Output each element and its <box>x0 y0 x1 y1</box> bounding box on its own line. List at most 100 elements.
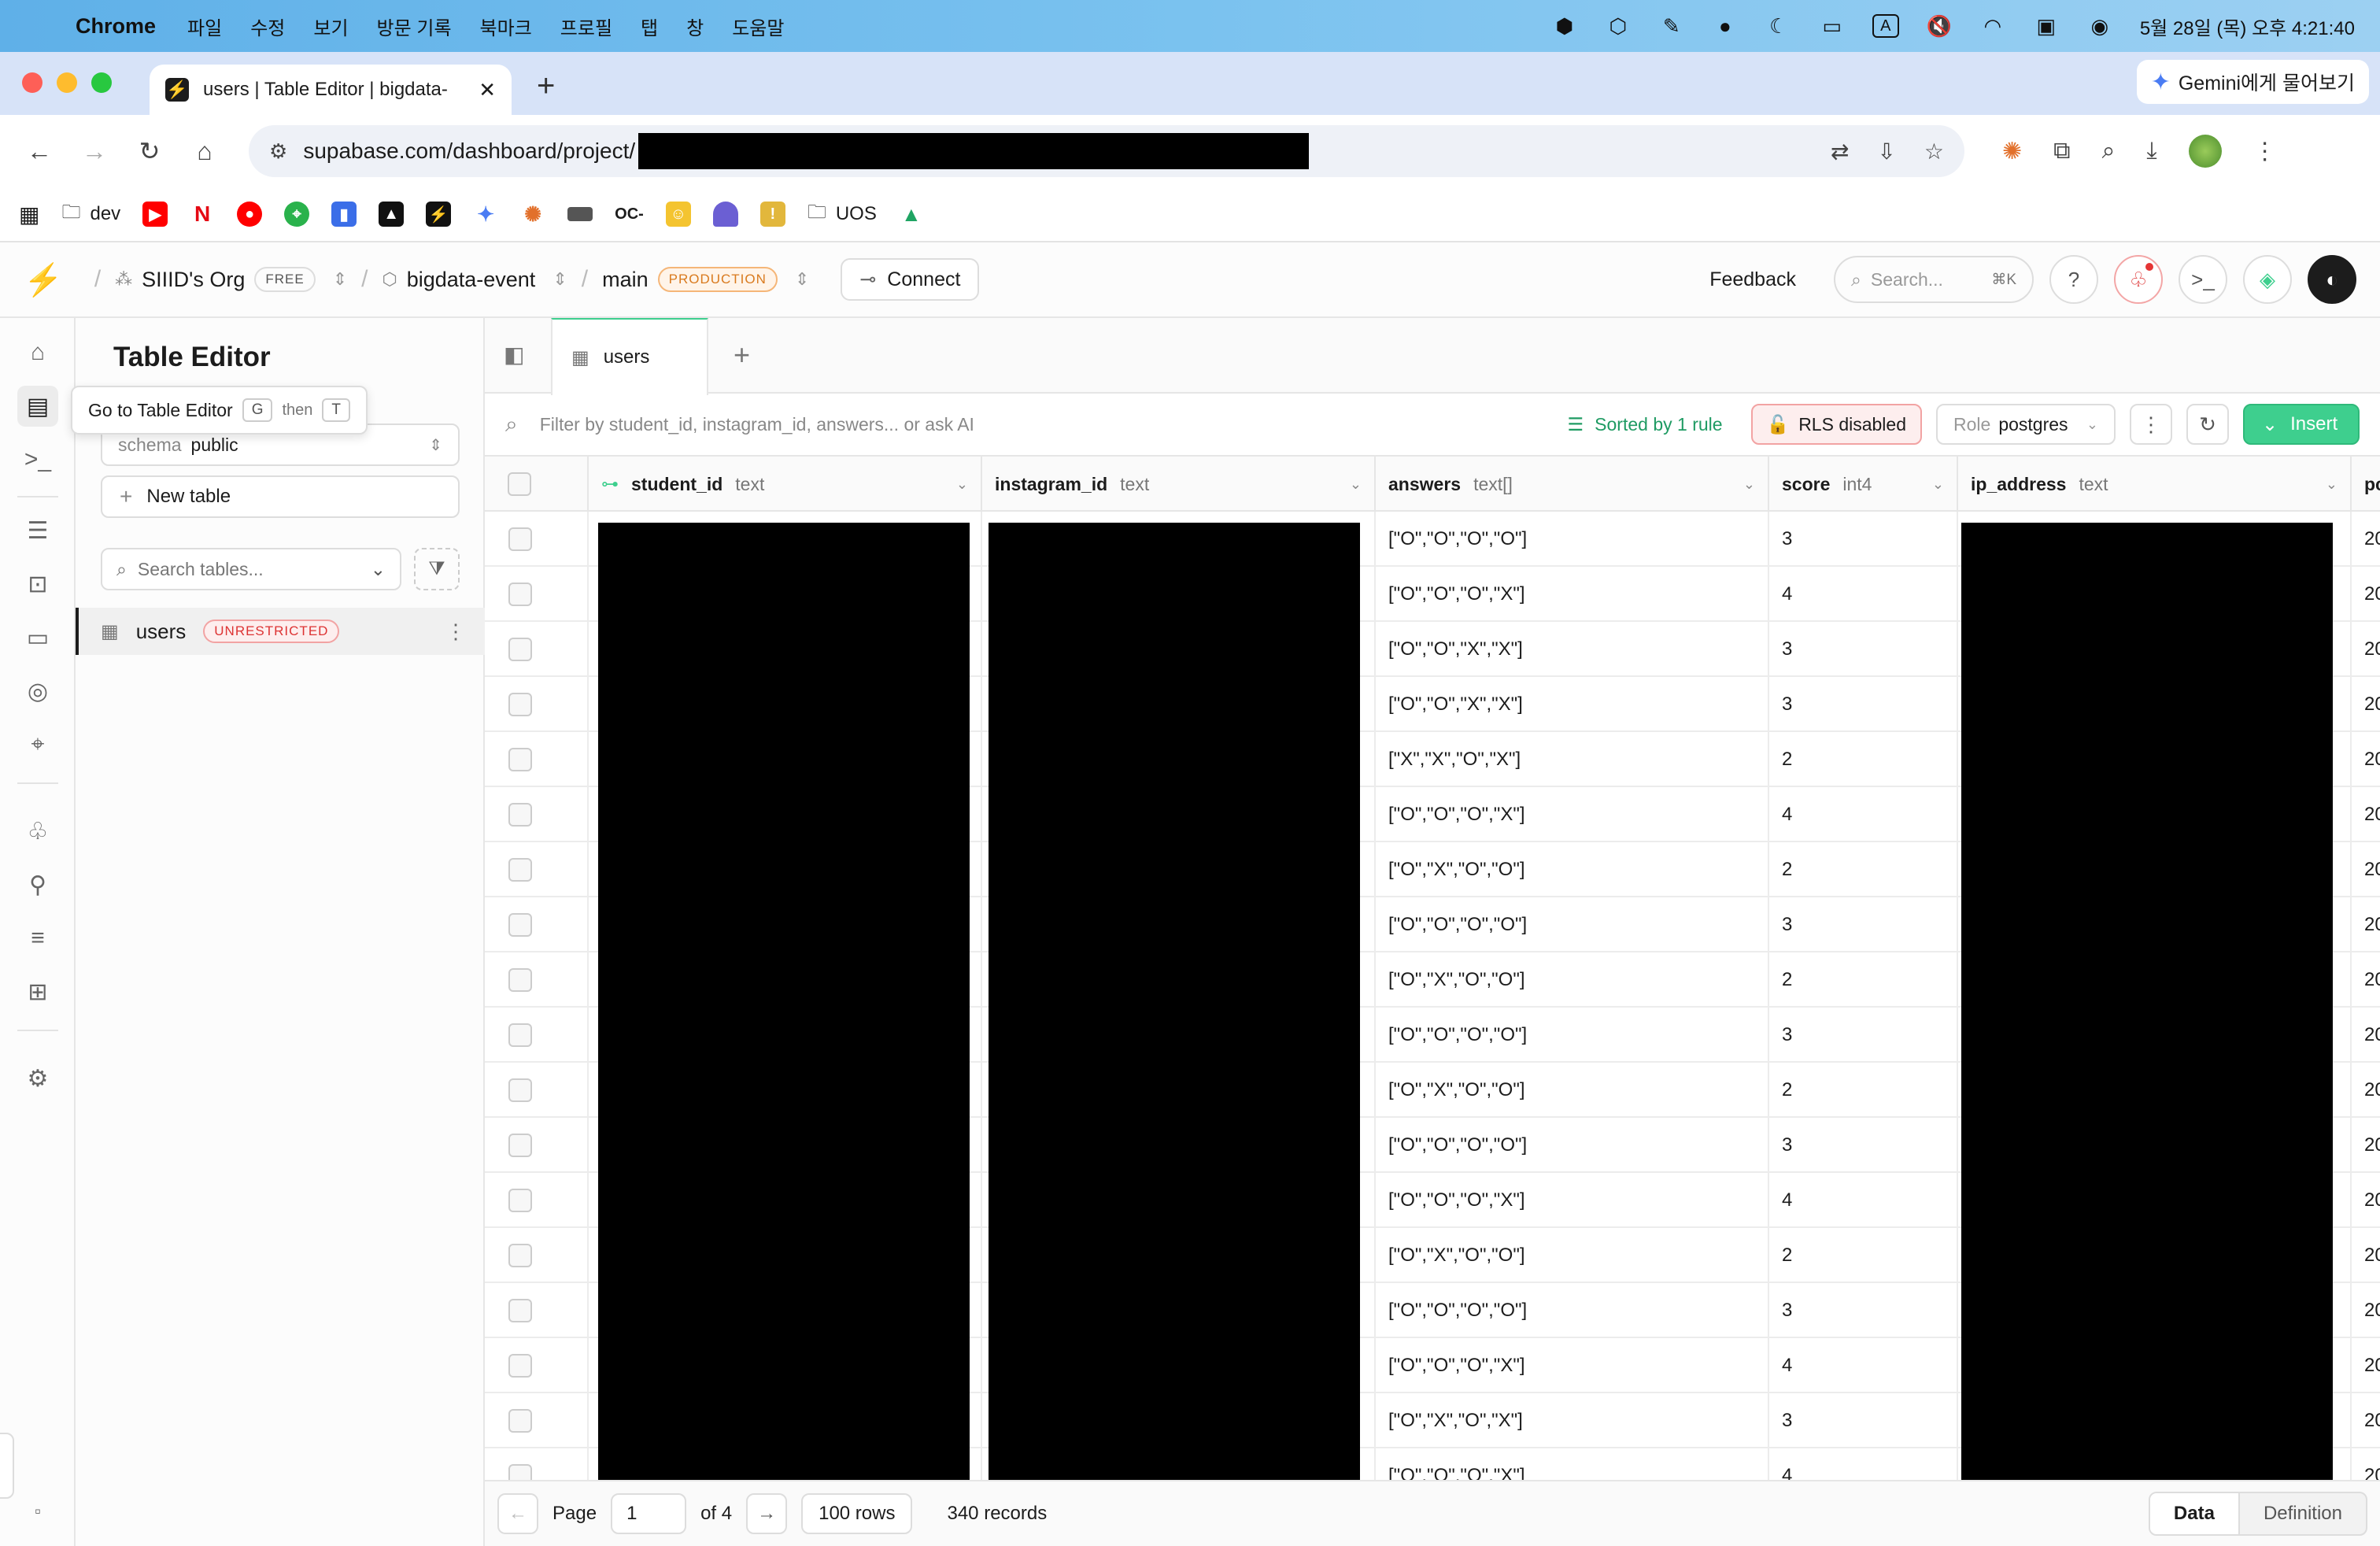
cell-next-column[interactable]: 20 <box>2352 1008 2380 1063</box>
cube-icon[interactable]: ⬢ <box>1551 14 1578 38</box>
row-select-cell[interactable] <box>485 1008 589 1063</box>
global-search[interactable]: ⌕ Search... ⌘K <box>1834 256 2034 303</box>
cell-answers[interactable]: ["O","O","O","O"] <box>1376 1283 1769 1338</box>
netflix-icon[interactable]: N <box>190 202 216 227</box>
gemini-bookmark-icon[interactable]: ✦ <box>473 202 499 227</box>
row-checkbox[interactable] <box>508 1023 532 1047</box>
help-icon[interactable]: ? <box>2049 255 2098 304</box>
bookmark-folder-uos[interactable]: 🗀 UOS <box>808 198 877 231</box>
translate-icon[interactable]: ⇄ <box>1831 139 1849 165</box>
breadcrumb-project[interactable]: ⬡ bigdata-event ⇕ <box>382 268 567 292</box>
row-select-cell[interactable] <box>485 842 589 897</box>
row-checkbox[interactable] <box>508 1134 532 1157</box>
row-checkbox[interactable] <box>508 527 532 551</box>
menu-bookmarks[interactable]: 북마크 <box>480 13 532 40</box>
row-checkbox[interactable] <box>508 1464 532 1480</box>
cell-next-column[interactable]: 20 <box>2352 1228 2380 1283</box>
column-menu-icon[interactable]: ⌄ <box>1350 476 1362 493</box>
row-select-cell[interactable] <box>485 1063 589 1118</box>
cell-score[interactable]: 3 <box>1769 1008 1958 1063</box>
control-center-icon[interactable]: ◉ <box>2086 14 2113 38</box>
realtime-icon[interactable]: ◎ <box>17 671 58 712</box>
cell-score[interactable]: 3 <box>1769 1283 1958 1338</box>
cell-answers[interactable]: ["O","X","O","X"] <box>1376 1393 1769 1448</box>
supabase-logo-icon[interactable]: ⚡ <box>24 261 63 298</box>
row-checkbox[interactable] <box>508 1078 532 1102</box>
apps-grid-icon[interactable]: ▦ <box>19 202 39 227</box>
feedback-button[interactable]: Feedback <box>1709 268 1796 291</box>
site-info-icon[interactable]: ⚙ <box>269 139 287 164</box>
row-select-cell[interactable] <box>485 787 589 842</box>
cell-answers[interactable]: ["O","X","O","O"] <box>1376 1228 1769 1283</box>
youtube-music-icon[interactable]: ● <box>237 202 263 227</box>
back-button[interactable]: ← <box>20 132 58 170</box>
rls-disabled-button[interactable]: 🔓 RLS disabled <box>1750 404 1922 445</box>
row-checkbox[interactable] <box>508 693 532 716</box>
claude-bookmark-icon[interactable]: ✺ <box>520 202 546 227</box>
download-icon[interactable]: ⤓ <box>2146 138 2156 165</box>
cell-answers[interactable]: ["O","O","O","O"] <box>1376 1008 1769 1063</box>
column-header-answers[interactable]: answers text[] ⌄ <box>1376 457 1769 512</box>
menu-help[interactable]: 도움말 <box>732 13 784 40</box>
bookmark-oc[interactable]: OC- <box>615 205 644 224</box>
forward-button[interactable]: → <box>76 132 113 170</box>
user-avatar[interactable]: ◐ <box>2308 255 2356 304</box>
terminal-icon[interactable]: >_ <box>2179 255 2227 304</box>
battery-icon[interactable]: ▭ <box>1819 14 1846 38</box>
sort-button[interactable]: ☰ Sorted by 1 rule <box>1568 414 1723 435</box>
new-table-button[interactable]: + New table <box>101 475 460 518</box>
add-tab-button[interactable]: + <box>734 338 750 372</box>
search-tables-input[interactable]: ⌕ Search tables... ⌄ <box>101 548 401 590</box>
cell-score[interactable]: 3 <box>1769 622 1958 677</box>
row-select-cell[interactable] <box>485 1228 589 1283</box>
reading-mode-icon[interactable]: ⌕ <box>2102 138 2116 165</box>
cell-answers[interactable]: ["O","O","X","X"] <box>1376 622 1769 677</box>
new-tab-button[interactable]: + <box>537 68 555 104</box>
bookmark-folder-dev[interactable]: 🗀 dev <box>61 198 120 231</box>
breadcrumb-branch[interactable]: main PRODUCTION ⇕ <box>602 267 809 292</box>
edge-functions-icon[interactable]: ⌖ <box>17 724 58 765</box>
row-checkbox[interactable] <box>508 638 532 661</box>
column-header-student-id[interactable]: ⊶ student_id text ⌄ <box>589 457 982 512</box>
cell-next-column[interactable]: 20 <box>2352 1338 2380 1393</box>
row-select-cell[interactable] <box>485 952 589 1008</box>
column-header-score[interactable]: score int4 ⌄ <box>1769 457 1958 512</box>
menu-view[interactable]: 보기 <box>313 13 348 40</box>
resize-handle[interactable] <box>0 1433 14 1499</box>
menu-window[interactable]: 창 <box>686 13 704 40</box>
next-page-button[interactable]: → <box>746 1493 788 1534</box>
menu-tab[interactable]: 탭 <box>641 13 658 40</box>
row-select-cell[interactable] <box>485 622 589 677</box>
cell-next-column[interactable]: 20 <box>2352 567 2380 622</box>
cell-answers[interactable]: ["O","O","O","O"] <box>1376 897 1769 952</box>
app-icon[interactable]: ▲ <box>379 202 405 227</box>
cell-score[interactable]: 4 <box>1769 787 1958 842</box>
cell-next-column[interactable]: 20 <box>2352 622 2380 677</box>
column-header-instagram-id[interactable]: instagram_id text ⌄ <box>982 457 1376 512</box>
advisors-icon[interactable]: ♧ <box>17 811 58 852</box>
moon-icon[interactable]: ☾ <box>1765 14 1792 38</box>
cell-next-column[interactable]: 20 <box>2352 732 2380 787</box>
character-bookmark-icon[interactable]: ☺ <box>665 202 691 227</box>
row-select-cell[interactable] <box>485 1118 589 1173</box>
toggle-bookmark-icon[interactable] <box>567 207 593 221</box>
row-select-cell[interactable] <box>485 1173 589 1228</box>
collapse-sidebar-icon[interactable]: ▫ <box>17 1491 58 1532</box>
project-switcher-icon[interactable]: ⇕ <box>552 269 567 290</box>
cell-next-column[interactable]: 20 <box>2352 1448 2380 1480</box>
minimize-window-button[interactable] <box>57 72 77 93</box>
analytics-icon[interactable]: ▮ <box>331 202 357 227</box>
row-select-cell[interactable] <box>485 512 589 567</box>
install-app-icon[interactable]: ⇩ <box>1877 139 1895 165</box>
select-all-checkbox[interactable] <box>508 472 531 496</box>
refresh-icon[interactable]: ↻ <box>2186 404 2229 445</box>
close-tab-icon[interactable]: ✕ <box>479 78 496 102</box>
breadcrumb-org[interactable]: ⁂ SIIID's Org FREE ⇕ <box>115 267 347 292</box>
menu-edit[interactable]: 수정 <box>250 13 285 40</box>
naver-map-icon[interactable]: ⌖ <box>284 202 310 227</box>
filter-funnel-icon[interactable]: ⧩ <box>414 548 460 590</box>
row-checkbox[interactable] <box>508 858 532 882</box>
reload-button[interactable]: ↻ <box>131 132 168 170</box>
half-circle-bookmark-icon[interactable] <box>712 202 738 227</box>
cell-answers[interactable]: ["O","O","O","O"] <box>1376 1118 1769 1173</box>
